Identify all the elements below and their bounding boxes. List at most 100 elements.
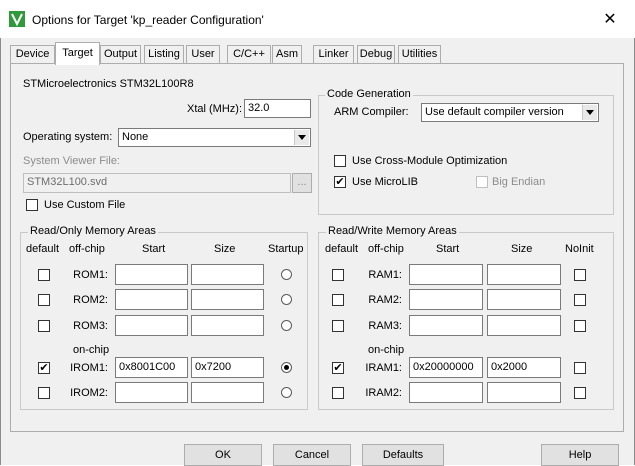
tab-device[interactable]: Device [10, 45, 55, 63]
chevron-down-icon[interactable] [294, 130, 309, 145]
keil-app-icon [9, 11, 25, 27]
rom-start-input[interactable] [115, 289, 188, 310]
xtal-label: Xtal (MHz): [187, 103, 242, 115]
tab-user[interactable]: User [186, 45, 220, 63]
os-select[interactable]: None [118, 128, 311, 147]
tab-output[interactable]: Output [100, 45, 141, 63]
ram-row-name: IRAM1: [365, 362, 402, 374]
rom-startup-radio[interactable] [281, 269, 292, 280]
rom-row-name: ROM3: [73, 320, 108, 332]
rom-startup-radio[interactable] [281, 320, 292, 331]
os-select-value: None [122, 131, 149, 143]
chevron-down-icon[interactable] [582, 105, 597, 120]
xtal-input[interactable]: 32.0 [244, 99, 311, 118]
os-label: Operating system: [23, 131, 113, 143]
svd-file-input[interactable]: STM32L100.svd [23, 173, 291, 193]
ram-size-input[interactable]: 0x2000 [487, 357, 561, 378]
rom-startup-radio[interactable] [281, 294, 292, 305]
rom-size-input[interactable] [191, 264, 264, 285]
rom-size-input[interactable] [191, 289, 264, 310]
rom-default-checkbox[interactable] [38, 320, 50, 332]
ro-header-default: default [26, 243, 60, 255]
rom-start-input[interactable] [115, 382, 188, 403]
use-custom-file-label: Use Custom File [44, 199, 126, 211]
ram-start-input[interactable] [409, 289, 483, 310]
ram-default-checkbox[interactable] [332, 269, 344, 281]
rom-start-input[interactable]: 0x8001C00 [115, 357, 188, 378]
rw-header-start: Start [436, 243, 460, 255]
rw-header-offchip: off-chip [368, 243, 404, 255]
cross-module-checkbox[interactable] [334, 155, 346, 167]
rom-row-name: ROM1: [73, 269, 108, 281]
help-button[interactable]: Help [541, 444, 619, 466]
rom-startup-radio[interactable] [281, 362, 292, 373]
ro-onchip-label: on-chip [73, 344, 110, 356]
microlib-checkbox[interactable]: ✔ [334, 176, 346, 188]
arm-compiler-label: ARM Compiler: [334, 106, 409, 118]
ram-default-checkbox[interactable] [332, 320, 344, 332]
rom-startup-radio[interactable] [281, 387, 292, 398]
ro-header-size: Size [214, 243, 236, 255]
window-title: Options for Target 'kp_reader Configurat… [32, 13, 264, 27]
ram-noinit-checkbox[interactable] [574, 294, 586, 306]
tab-debug[interactable]: Debug [357, 45, 395, 63]
arm-compiler-select[interactable]: Use default compiler version [421, 103, 599, 122]
rw-header-noinit: NoInit [565, 243, 594, 255]
microlib-label: Use MicroLIB [352, 176, 419, 188]
ram-noinit-checkbox[interactable] [574, 387, 586, 399]
tab-target[interactable]: Target [55, 42, 100, 65]
ram-row-name: RAM3: [368, 320, 402, 332]
rom-size-input[interactable] [191, 382, 264, 403]
ram-row-name: RAM2: [368, 294, 402, 306]
tab-c-cpp[interactable]: C/C++ [227, 45, 271, 63]
tab-linker[interactable]: Linker [313, 45, 354, 63]
rom-default-checkbox[interactable]: ✔ [38, 362, 50, 374]
rom-start-input[interactable] [115, 315, 188, 336]
ro-header-offchip: off-chip [69, 243, 105, 255]
code-generation-title: Code Generation [325, 88, 413, 100]
rom-size-input[interactable] [191, 315, 264, 336]
ram-size-input[interactable] [487, 289, 561, 310]
big-endian-checkbox[interactable] [476, 176, 488, 188]
ram-noinit-checkbox[interactable] [574, 362, 586, 374]
big-endian-label: Big Endian [492, 176, 546, 188]
rom-size-input[interactable]: 0x7200 [191, 357, 264, 378]
rom-default-checkbox[interactable] [38, 387, 50, 399]
ram-size-input[interactable] [487, 315, 561, 336]
rw-header-default: default [325, 243, 359, 255]
rw-memory-title: Read/Write Memory Areas [326, 225, 459, 237]
rom-start-input[interactable] [115, 264, 188, 285]
ram-start-input[interactable]: 0x20000000 [409, 357, 483, 378]
ram-start-input[interactable] [409, 264, 483, 285]
ok-button[interactable]: OK [184, 444, 262, 466]
ram-noinit-checkbox[interactable] [574, 320, 586, 332]
ro-header-startup: Startup [268, 243, 304, 255]
rom-default-checkbox[interactable] [38, 269, 50, 281]
defaults-button[interactable]: Defaults [362, 444, 444, 466]
ram-default-checkbox[interactable] [332, 294, 344, 306]
rom-default-checkbox[interactable] [38, 294, 50, 306]
svd-browse-button[interactable]: ... [292, 173, 312, 193]
rw-onchip-label: on-chip [368, 344, 405, 356]
tab-asm[interactable]: Asm [272, 45, 302, 63]
ro-header-start: Start [142, 243, 166, 255]
arm-compiler-value: Use default compiler version [425, 106, 564, 118]
ram-size-input[interactable] [487, 264, 561, 285]
svd-label: System Viewer File: [23, 155, 120, 167]
ram-row-name: IRAM2: [365, 387, 402, 399]
device-name: STMicroelectronics STM32L100R8 [23, 78, 194, 90]
use-custom-file-checkbox[interactable] [26, 199, 38, 211]
cancel-button[interactable]: Cancel [273, 444, 351, 466]
rw-header-size: Size [511, 243, 533, 255]
ram-noinit-checkbox[interactable] [574, 269, 586, 281]
tab-utilities[interactable]: Utilities [398, 45, 441, 63]
ram-start-input[interactable] [409, 315, 483, 336]
ram-default-checkbox[interactable] [332, 387, 344, 399]
tab-listing[interactable]: Listing [144, 45, 184, 63]
ram-default-checkbox[interactable]: ✔ [332, 362, 344, 374]
rom-row-name: ROM2: [73, 294, 108, 306]
ram-size-input[interactable] [487, 382, 561, 403]
cross-module-label: Use Cross-Module Optimization [352, 155, 508, 167]
ram-start-input[interactable] [409, 382, 483, 403]
close-icon[interactable]: ✕ [598, 10, 622, 30]
